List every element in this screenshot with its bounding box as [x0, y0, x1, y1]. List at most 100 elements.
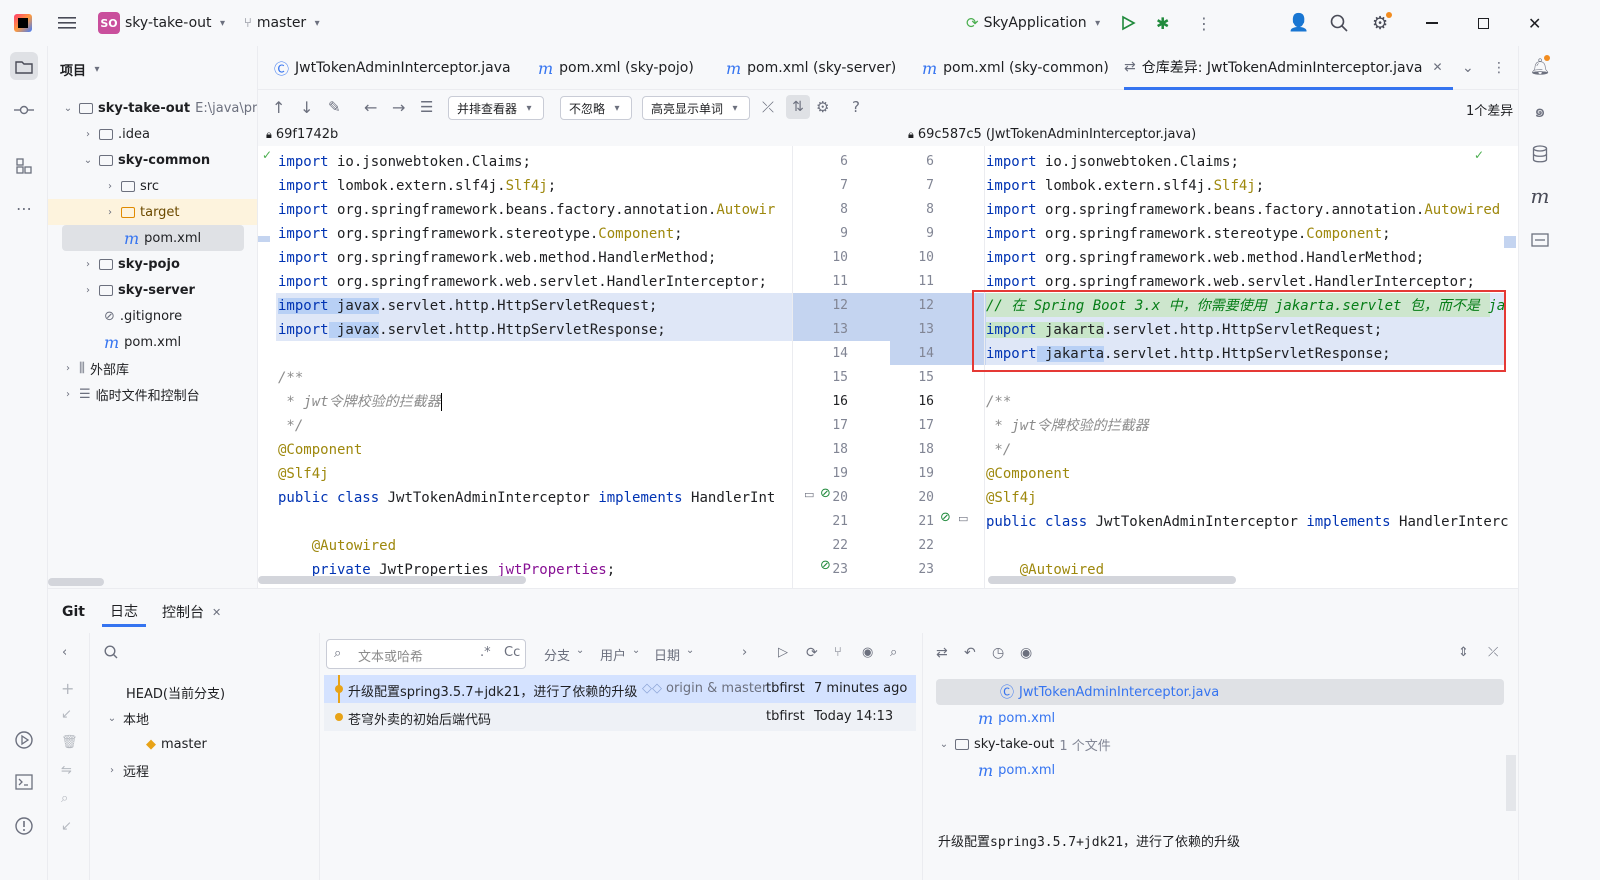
tree-root[interactable]: ⌄ sky-take-out E:\java\pro — [62, 95, 257, 121]
add-user-icon[interactable]: 👤 — [1288, 12, 1309, 34]
branch-group-remote[interactable]: › 远程 — [106, 757, 149, 783]
left-code-line[interactable]: * jwt令牌校验的拦截器 — [278, 390, 443, 414]
changed-file-row[interactable]: Ⓒ JwtTokenAdminInterceptor.java — [936, 679, 1504, 705]
left-code-line-changed[interactable]: import javax.servlet.http.HttpServletReq… — [278, 294, 657, 318]
right-code-line[interactable]: @Component — [986, 462, 1070, 486]
compare-icon[interactable]: ⇋ — [61, 763, 72, 778]
vertical-scrollbar[interactable] — [1506, 755, 1516, 811]
tree-item-scratches[interactable]: › ☰ 临时文件和控制台 — [62, 381, 200, 407]
terminal-icon[interactable] — [10, 768, 38, 796]
left-code-line[interactable]: @Component — [278, 438, 362, 462]
left-code-line[interactable]: @Slf4j — [278, 462, 329, 486]
right-horizontal-scrollbar[interactable] — [988, 576, 1236, 584]
run-button[interactable] — [1120, 12, 1136, 34]
show-diff-icon[interactable]: ⇄ — [936, 645, 948, 661]
minimize-window-icon[interactable] — [1426, 12, 1438, 34]
left-code-line[interactable]: import org.springframework.beans.factory… — [278, 198, 775, 222]
back-arrow-icon[interactable]: ← — [364, 98, 377, 117]
right-code-line[interactable]: /** — [986, 390, 1011, 414]
right-code-line[interactable]: import org.springframework.web.method.Ha… — [986, 246, 1424, 270]
ai-assistant-icon[interactable]: ๑ — [1526, 96, 1554, 124]
graph-options-icon[interactable]: ⑂ — [834, 645, 842, 660]
more-tools-icon[interactable]: ⋯ — [10, 194, 38, 222]
close-window-icon[interactable]: ✕ — [1528, 12, 1541, 34]
branch-master[interactable]: ◆ master — [146, 731, 207, 757]
tab-pom-server[interactable]: m pom.xml (sky-server) — [726, 46, 896, 90]
app-logo-icon[interactable] — [14, 12, 32, 34]
tab-pom-pojo[interactable]: m pom.xml (sky-pojo) — [538, 46, 694, 90]
right-code-line[interactable]: import org.springframework.stereotype.Co… — [986, 222, 1391, 246]
delete-icon[interactable]: 🗑︎ — [61, 735, 78, 750]
search-icon[interactable]: ⌕ — [890, 645, 897, 660]
problems-icon[interactable] — [10, 812, 38, 840]
bean-icon[interactable]: ⊘ — [940, 510, 951, 525]
log-search-field[interactable] — [326, 639, 526, 669]
tab-repo-diff[interactable]: ⇄ 仓库差异: JwtTokenAdminInterceptor.java ✕ — [1124, 46, 1453, 90]
fetch-icon[interactable]: ↙ — [61, 819, 72, 834]
revert-icon[interactable]: ↶ — [964, 645, 976, 661]
notifications-bell-icon[interactable]: 🔔︎ — [1526, 52, 1554, 80]
branch-filter[interactable]: 分支 ⌄ — [544, 645, 586, 664]
search-icon[interactable] — [104, 645, 118, 659]
tab-more-icon[interactable]: ⋮ — [1492, 46, 1506, 90]
tree-item-sky-common[interactable]: ⌄ sky-common — [82, 147, 210, 173]
left-code-line[interactable]: import org.springframework.stereotype.Co… — [278, 222, 683, 246]
next-diff-arrow-down-icon[interactable]: ↓ — [300, 98, 313, 117]
left-code-line[interactable]: */ — [278, 414, 303, 438]
close-icon[interactable]: ✕ — [212, 606, 221, 619]
right-code-line[interactable]: * jwt令牌校验的拦截器 — [986, 414, 1148, 438]
tab-console[interactable]: 控制台 ✕ — [162, 597, 221, 627]
left-code-line[interactable]: import io.jsonwebtoken.Claims; — [278, 150, 531, 174]
viewer-dropdown[interactable]: 并排查看器 ▾ — [448, 96, 545, 120]
branch-switcher[interactable]: ⑂ master ▾ — [244, 12, 323, 34]
left-code-line[interactable]: import org.springframework.web.servlet.H… — [278, 270, 767, 294]
ignore-dropdown[interactable]: 不忽略 ▾ — [560, 96, 633, 120]
tree-item-src[interactable]: › src — [104, 173, 159, 199]
sync-scroll-icon[interactable]: ⇅ — [786, 95, 810, 119]
implemented-icon[interactable]: ▭ — [804, 488, 814, 501]
forward-arrow-icon[interactable]: → — [392, 98, 405, 117]
maven-icon[interactable]: m — [1526, 182, 1554, 210]
right-code-line[interactable]: public class JwtTokenAdminInterceptor im… — [986, 510, 1509, 534]
commit-icon[interactable] — [10, 96, 38, 124]
search-icon[interactable] — [1330, 12, 1348, 34]
commit-row[interactable]: 升级配置spring3.5.7+jdk21，进行了依赖的升级 ◇◇ origin … — [324, 675, 916, 731]
file-list-icon[interactable]: ☰ — [420, 98, 433, 116]
commit-row[interactable]: 苍穹外卖的初始后端代码 tbfirst Today 14:13 — [324, 703, 916, 731]
main-menu-icon[interactable] — [58, 12, 76, 34]
tree-item-idea[interactable]: › .idea — [82, 121, 150, 147]
expand-all-icon[interactable]: ⇕ — [1458, 645, 1469, 660]
right-code-line[interactable]: import io.jsonwebtoken.Claims; — [986, 150, 1239, 174]
collapse-unchanged-icon[interactable]: ⤫ — [762, 98, 774, 116]
refresh-icon[interactable]: ⟳ — [806, 645, 818, 661]
left-code-line[interactable]: /** — [278, 366, 303, 390]
collapse-all-icon[interactable]: ⤫ — [1488, 645, 1498, 660]
pull-icon[interactable]: ↙ — [61, 707, 72, 722]
implemented-icon[interactable]: ▭ — [958, 512, 968, 525]
run-config-selector[interactable]: ⟳ SkyApplication ▾ — [966, 12, 1104, 34]
changed-module-row[interactable]: ⌄ sky-take-out 1 个文件 — [938, 731, 1111, 757]
add-icon[interactable]: + — [61, 679, 74, 698]
project-switcher[interactable]: SO sky-take-out ▾ — [98, 12, 229, 34]
tree-item-sky-pojo[interactable]: › sky-pojo — [82, 251, 180, 277]
changed-file-row[interactable]: m pom.xml — [978, 757, 1055, 783]
tab-log[interactable]: 日志 — [102, 597, 146, 627]
tree-item-gitignore[interactable]: ⊘ .gitignore — [104, 303, 182, 329]
tree-item-sky-server[interactable]: › sky-server — [82, 277, 195, 303]
regex-toggle[interactable]: .* — [480, 645, 491, 660]
tree-item-target[interactable]: › target — [48, 199, 257, 225]
collapse-left-icon[interactable]: ‹ — [62, 645, 67, 660]
debug-button[interactable]: ✱ — [1156, 12, 1169, 34]
services-run-icon[interactable] — [10, 726, 38, 754]
match-case-toggle[interactable]: Cc — [504, 645, 520, 660]
user-filter[interactable]: 用户 ⌄ — [600, 645, 642, 664]
tab-jwt-interceptor[interactable]: Ⓒ JwtTokenAdminInterceptor.java — [274, 46, 511, 90]
branch-group-local[interactable]: ⌄ 本地 — [106, 705, 149, 731]
structure-icon[interactable] — [10, 152, 38, 180]
tab-list-chevron-icon[interactable]: ⌄ — [1462, 46, 1474, 90]
restore-window-icon[interactable] — [1478, 12, 1489, 34]
cherry-pick-icon[interactable]: ▷ — [778, 645, 788, 660]
edit-pencil-icon[interactable]: ✎ — [328, 98, 341, 116]
left-horizontal-scrollbar[interactable] — [258, 576, 526, 584]
view-eye-icon[interactable]: ◉ — [1020, 645, 1032, 661]
